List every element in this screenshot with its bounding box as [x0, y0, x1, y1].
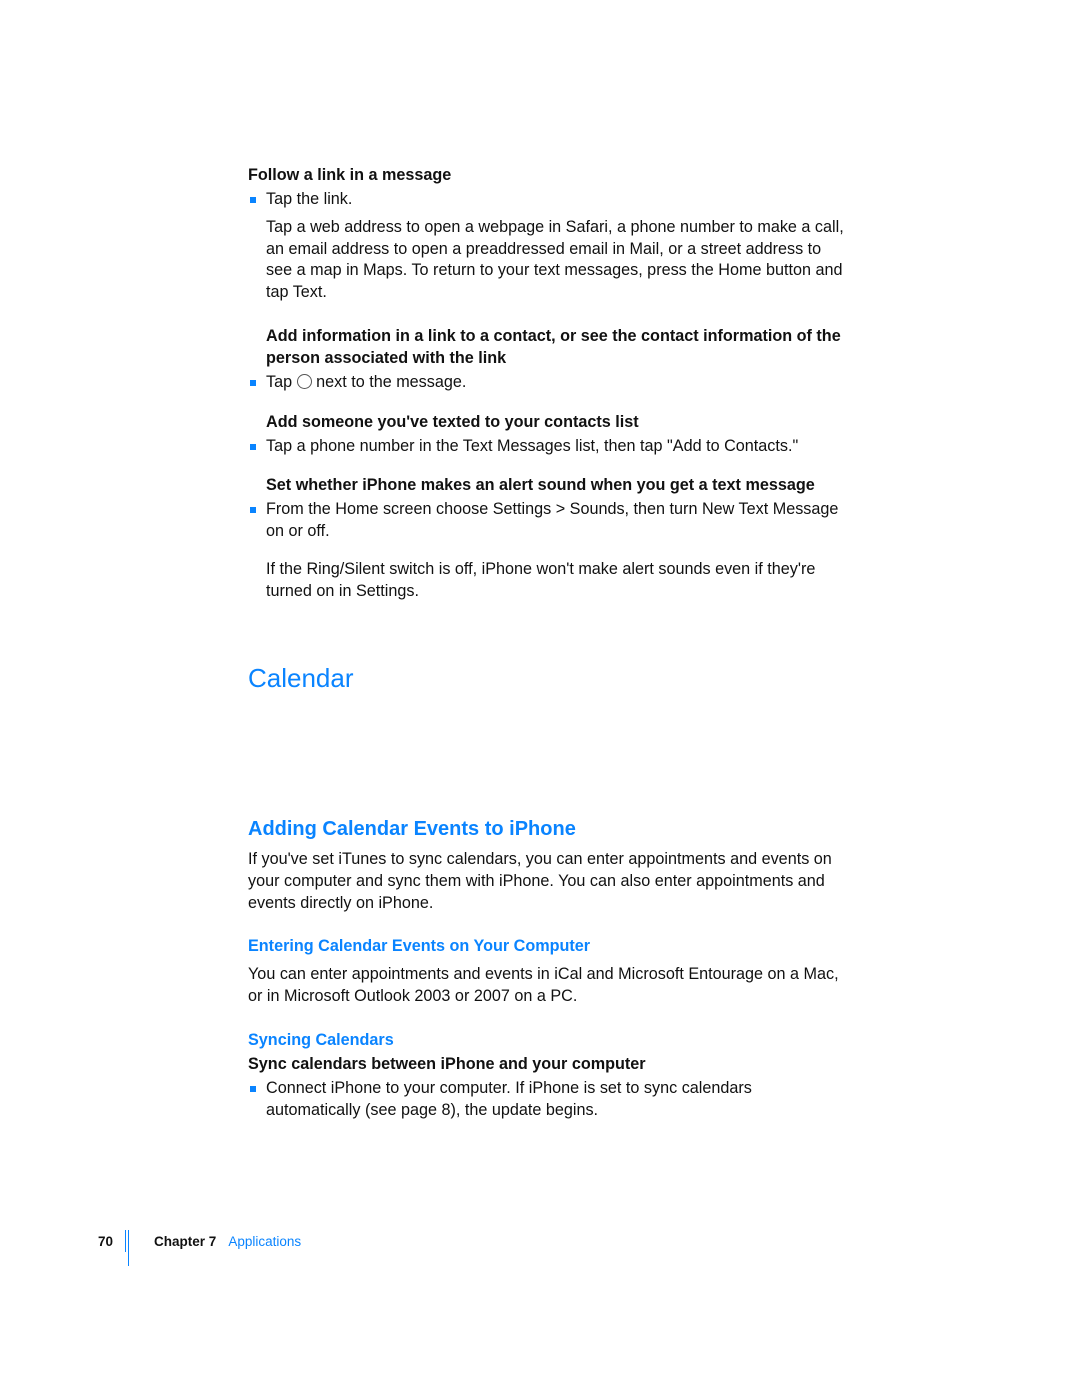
bullet-icon	[250, 1086, 256, 1092]
vertical-rule-icon	[125, 1230, 126, 1252]
heading-sync-bold: Sync calendars between iPhone and your c…	[248, 1054, 848, 1076]
paragraph: Tap a web address to open a webpage in S…	[266, 217, 848, 304]
bullet-text: From the Home screen choose Settings > S…	[266, 499, 848, 543]
arrow-circle-icon	[297, 374, 312, 389]
bullet-icon	[250, 444, 256, 450]
text-before: Tap	[266, 373, 297, 391]
list-item: From the Home screen choose Settings > S…	[248, 499, 848, 543]
heading-follow-link: Follow a link in a message	[248, 165, 848, 187]
paragraph: You can enter appointments and events in…	[248, 964, 848, 1008]
chapter-name: Applications	[228, 1234, 301, 1249]
heading-alert: Set whether iPhone makes an alert sound …	[266, 475, 848, 497]
list-item: Tap the link.	[248, 189, 848, 211]
page-footer: 70 Chapter 7 Applications	[98, 1230, 301, 1252]
page-content: Follow a link in a message Tap the link.…	[248, 165, 848, 1121]
bullet-icon	[250, 197, 256, 203]
heading-add-info: Add information in a link to a contact, …	[266, 326, 848, 370]
page-number: 70	[98, 1234, 113, 1249]
chapter-label: Chapter 7	[154, 1234, 216, 1249]
heading-add-someone: Add someone you've texted to your contac…	[266, 412, 848, 434]
paragraph: If you've set iTunes to sync calendars, …	[248, 849, 848, 915]
bullet-text: Connect iPhone to your computer. If iPho…	[266, 1078, 848, 1122]
text-after: next to the message.	[312, 373, 467, 391]
paragraph: If the Ring/Silent switch is off, iPhone…	[266, 559, 848, 603]
heading-calendar: Calendar	[248, 661, 848, 696]
heading-adding-events: Adding Calendar Events to iPhone	[248, 816, 848, 843]
heading-syncing: Syncing Calendars	[248, 1030, 848, 1052]
bullet-text: Tap a phone number in the Text Messages …	[266, 436, 848, 458]
list-item: Tap a phone number in the Text Messages …	[248, 436, 848, 458]
bullet-icon	[250, 380, 256, 386]
list-item: Connect iPhone to your computer. If iPho…	[248, 1078, 848, 1122]
bullet-icon	[250, 507, 256, 513]
heading-entering-events: Entering Calendar Events on Your Compute…	[248, 936, 848, 958]
bullet-text: Tap the link.	[266, 189, 848, 211]
list-item: Tap next to the message.	[248, 372, 848, 394]
bullet-text: Tap next to the message.	[266, 372, 848, 394]
